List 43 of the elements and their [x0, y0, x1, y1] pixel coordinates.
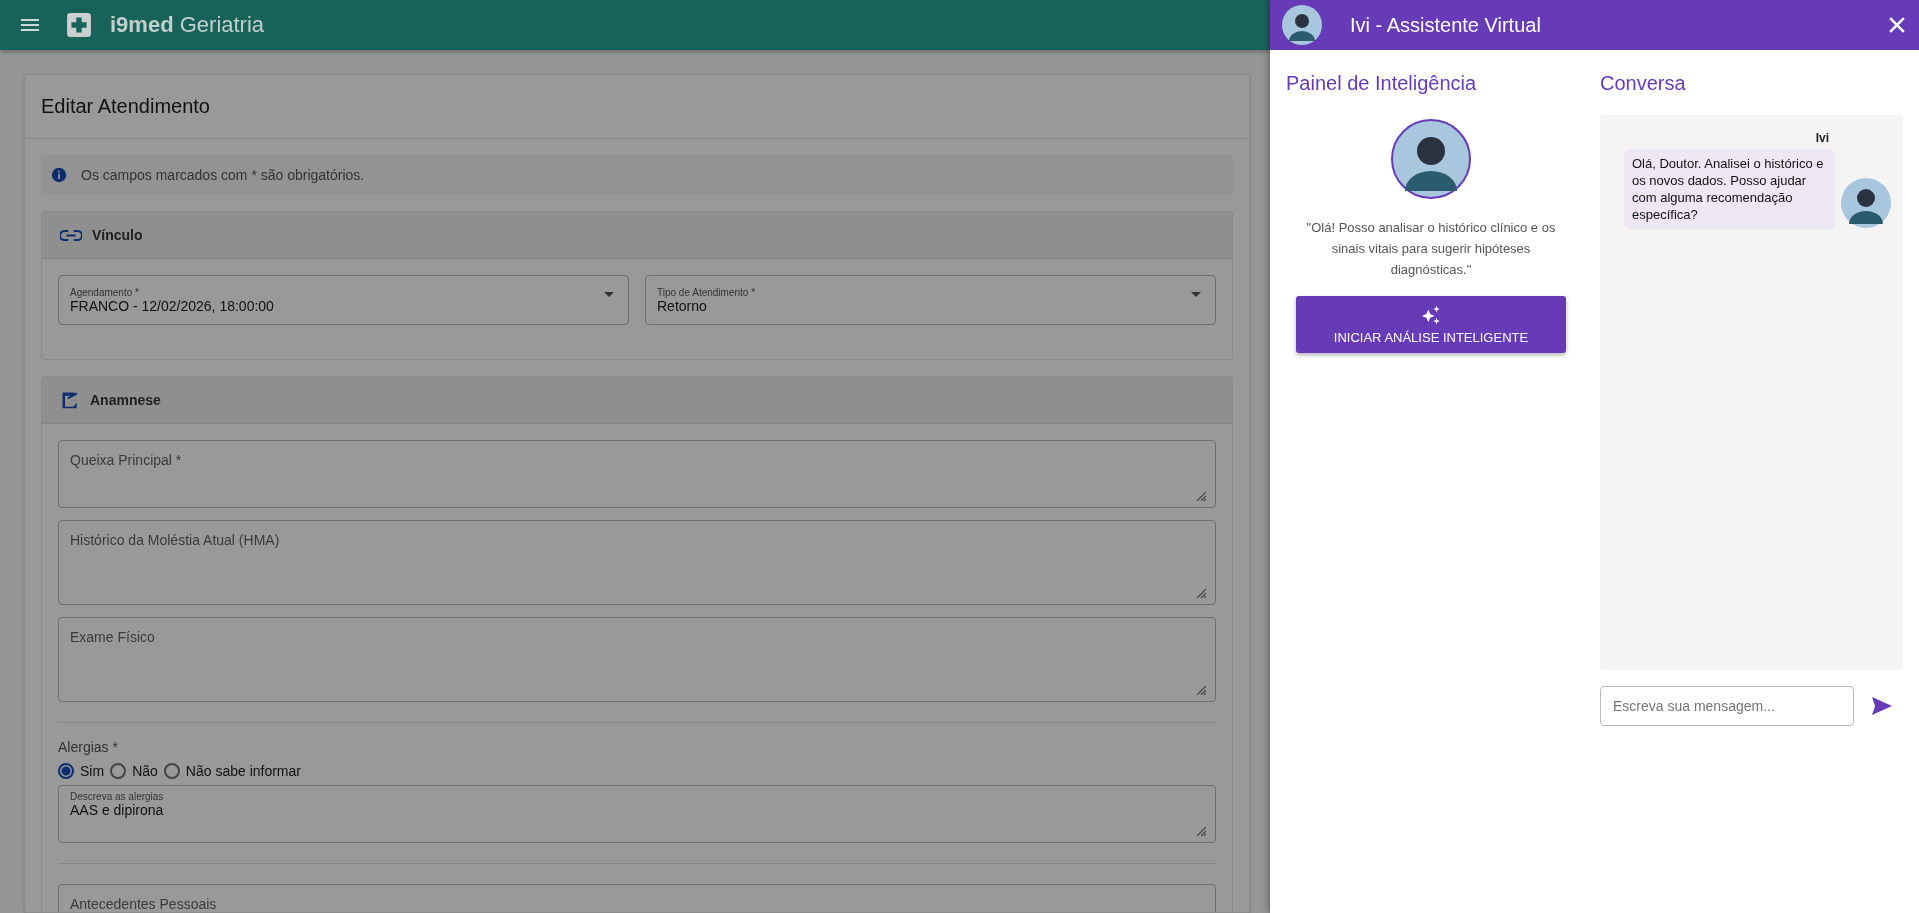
radio-option[interactable]: Sim: [58, 763, 105, 779]
message-input[interactable]: Escreva sua mensagem...: [1600, 686, 1854, 726]
avatar-icon: [1391, 119, 1471, 199]
message-bubble: Olá, Doutor. Analisei o histórico e os novos dados. Posso ajudar com alguma recomendação específica?: [1624, 149, 1835, 229]
caret-icon: [604, 292, 614, 297]
avatar-icon: [1282, 5, 1322, 45]
radio-icon[interactable]: [163, 763, 180, 779]
send-icon[interactable]: [1870, 694, 1894, 718]
select-field[interactable]: Agendamento * FRANCO - 12/02/2026, 18:00:00: [58, 275, 629, 325]
radio-option[interactable]: Não: [110, 763, 158, 779]
text-area-field[interactable]: Exame Físico: [58, 617, 1216, 702]
avatar-icon: [1841, 178, 1891, 228]
caret-icon: [1191, 292, 1201, 297]
resize-grip-icon[interactable]: [1196, 491, 1206, 501]
start-analysis-button[interactable]: INICIAR ANÁLISE INTELIGENTE: [1296, 296, 1566, 353]
radio-icon[interactable]: [58, 763, 74, 779]
radio-icon[interactable]: [110, 763, 127, 779]
chat-heading: Conversa: [1600, 72, 1686, 95]
section-title: Anamnese: [90, 392, 161, 408]
panel-heading: Painel de Inteligência: [1286, 72, 1477, 95]
sender-name: Ivi: [1815, 131, 1829, 145]
resize-grip-icon[interactable]: [1196, 685, 1206, 695]
info-icon: [51, 167, 67, 183]
drawer-title: Ivi - Assistente Virtual: [1350, 13, 1542, 37]
radio-option[interactable]: Não sabe informar: [163, 763, 301, 779]
app-title: i9med Geriatria: [110, 12, 265, 38]
select-field[interactable]: Tipo de Atendimento * Retorno: [645, 275, 1216, 325]
link-icon: [60, 228, 82, 242]
sparkles-icon: [1420, 304, 1442, 326]
text-area-field[interactable]: Descreva as alergias AAS e dipirona: [58, 785, 1216, 843]
resize-grip-icon[interactable]: [1196, 588, 1206, 598]
medical-cross-icon: [66, 12, 92, 38]
form-title: Editar Atendimento: [25, 75, 1249, 139]
notepad-icon: [60, 390, 80, 410]
section-title: Vínculo: [92, 227, 143, 243]
assistant-quote: "Olá! Posso analisar o histórico clínico e os sinais vitais para sugerir hipóteses diagnósticas.": [1305, 219, 1557, 279]
text-area-field[interactable]: Histórico da Moléstia Atual (HMA): [58, 520, 1216, 605]
text-area-field[interactable]: Antecedentes Pessoais: [58, 884, 1216, 912]
text-area-field[interactable]: Queixa Principal *: [58, 440, 1216, 508]
close-icon[interactable]: [1889, 17, 1905, 33]
resize-grip-icon[interactable]: [1196, 826, 1206, 836]
radio-group-label: Alergias *: [58, 739, 119, 755]
notice-text: Os campos marcados com * são obrigatórios.: [81, 167, 365, 183]
